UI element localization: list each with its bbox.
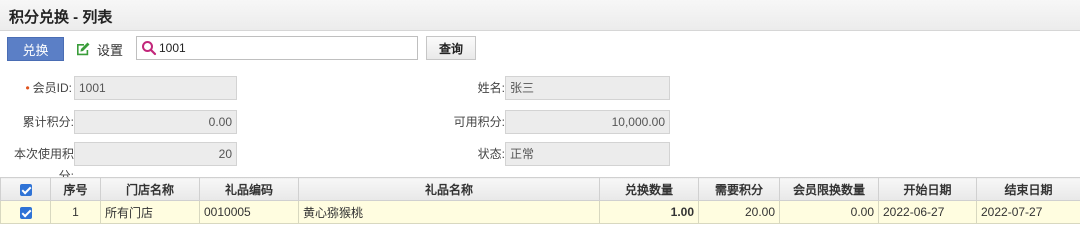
member-id-field[interactable]: 1001 — [74, 76, 237, 100]
settings-button[interactable]: 设置 — [75, 37, 123, 61]
cell-points: 20.00 — [698, 200, 780, 224]
table-header-row: 序号 门店名称 礼品编码 礼品名称 兑换数量 需要积分 会员限换数量 开始日期 … — [0, 177, 1080, 201]
status-field[interactable]: 正常 — [505, 142, 670, 166]
search-box[interactable] — [136, 36, 418, 60]
required-mark: • — [25, 81, 30, 95]
cell-limit: 0.00 — [779, 200, 879, 224]
column-header[interactable]: 会员限换数量 — [779, 177, 879, 201]
page-title: 积分兑换 - 列表 — [9, 9, 113, 26]
used-points-field[interactable]: 20 — [74, 142, 237, 166]
total-points-label: 累计积分: — [22, 115, 74, 129]
table-row[interactable]: 1 所有门店 0010005 黄心猕猴桃 1.00 20.00 0.00 202… — [0, 200, 1080, 224]
available-points-field[interactable]: 10,000.00 — [505, 110, 670, 134]
row-checkbox[interactable] — [0, 200, 51, 224]
title-bar: 积分兑换 - 列表 — [0, 0, 1080, 31]
status-label: 状态: — [477, 147, 505, 161]
cell-quantity[interactable]: 1.00 — [599, 200, 699, 224]
total-points-field[interactable]: 0.00 — [74, 110, 237, 134]
column-header[interactable]: 需要积分 — [698, 177, 780, 201]
cell-store: 所有门店 — [100, 200, 200, 224]
edit-icon — [77, 42, 90, 56]
exchange-button[interactable]: 兑换 — [7, 37, 64, 61]
checkbox-checked-icon[interactable] — [19, 206, 32, 219]
cell-gift-code: 0010005 — [199, 200, 299, 224]
cell-index: 1 — [50, 200, 101, 224]
used-points-label: 本次使用积分: — [13, 147, 74, 183]
member-id-label: • 会员ID: — [25, 81, 72, 95]
column-header[interactable]: 兑换数量 — [599, 177, 699, 201]
settings-label: 设置 — [97, 42, 124, 58]
toolbar: 兑换 设置 查询 — [0, 31, 1080, 65]
name-field[interactable]: 张三 — [505, 76, 670, 100]
search-input[interactable] — [159, 39, 409, 57]
cell-start-date: 2022-06-27 — [878, 200, 977, 224]
column-header[interactable]: 开始日期 — [878, 177, 977, 201]
available-points-label: 可用积分: — [453, 115, 505, 129]
column-header[interactable]: 序号 — [50, 177, 101, 201]
search-icon — [142, 41, 157, 56]
cell-gift-name: 黄心猕猴桃 — [298, 200, 600, 224]
query-button[interactable]: 查询 — [426, 36, 476, 60]
column-header[interactable]: 礼品名称 — [298, 177, 600, 201]
name-label: 姓名: — [477, 81, 505, 95]
cell-end-date: 2022-07-27 — [976, 200, 1080, 224]
column-header[interactable]: 礼品编码 — [199, 177, 299, 201]
column-header[interactable]: 门店名称 — [100, 177, 200, 201]
select-all-checkbox[interactable] — [0, 177, 51, 201]
checkbox-checked-icon[interactable] — [19, 183, 32, 196]
gift-table: 序号 门店名称 礼品编码 礼品名称 兑换数量 需要积分 会员限换数量 开始日期 … — [0, 177, 1080, 224]
column-header[interactable]: 结束日期 — [976, 177, 1080, 201]
